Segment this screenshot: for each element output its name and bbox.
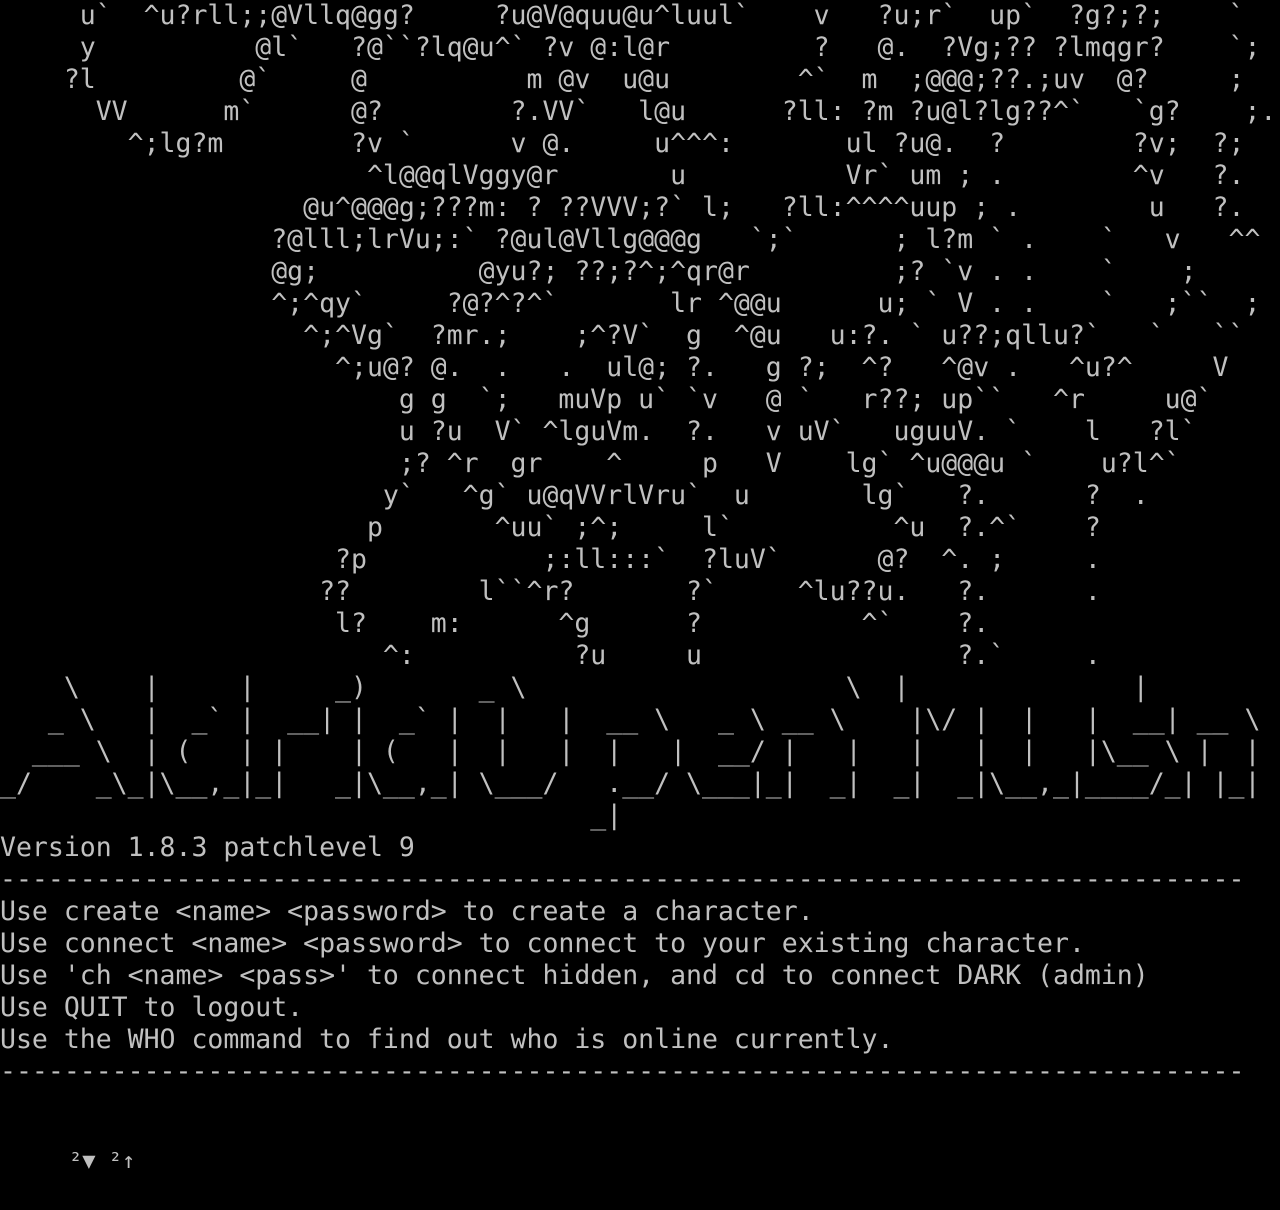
- instruction-connect: Use connect <name> <password> to connect…: [0, 928, 1085, 959]
- ascii-art-line: u` ^u?rll;;@Vllq@gg? ?u@V@quu@u^luul` v …: [0, 0, 1245, 31]
- separator-line: ----------------------------------------…: [0, 1056, 1245, 1087]
- ascii-art-line: ?l @` @ m @v u@u ^` m ;@@@;??.;uv @? ;: [0, 64, 1245, 95]
- title-banner-line: _|: [0, 800, 623, 831]
- ascii-art-line: y` ^g` u@qVVrlVru` u lg` ?. ? .: [0, 480, 1149, 511]
- ascii-art-line: p ^uu` ;^; l` ^u ?.^` ?: [0, 512, 1101, 543]
- ascii-art-line: VV m` @? ?.VV` l@u ?ll: ?m ?u@l?lg??^` `…: [0, 96, 1277, 127]
- ascii-art-line: u ?u V` ^lguVm. ?. v uV` uguuV. ` l ?l`: [0, 416, 1197, 447]
- title-banner-line: _ \ | _` | __| | _` | | | __ \ _ \ __ \ …: [0, 704, 1261, 735]
- ascii-art-line: g g `; muVp u` `v @ ` r??; up`` ^r u@`: [0, 384, 1213, 415]
- ascii-art-line: ^;^Vg` ?mr.; ;^?V` g ^@u u:?. ` u??;qllu…: [0, 320, 1245, 351]
- ascii-art-line: l? m: ^g ? ^` ?.: [0, 608, 990, 639]
- ascii-art-line: ?? l``^r? ?` ^lu??u. ?. .: [0, 576, 1101, 607]
- ascii-art-line: ^: ?u u ?.` .: [0, 640, 1101, 671]
- ascii-art-line: ;? ^r gr ^ p V lg` ^u@@@u ` u?l^`: [0, 448, 1181, 479]
- version-text: Version 1.8.3 patchlevel 9: [0, 832, 415, 863]
- ascii-art-line: y @l` ?@``?lq@u^` ?v @:l@r ? @. ?Vg;?? ?…: [0, 32, 1261, 63]
- ascii-art-line: @u^@@@g;???m: ? ??VVV;?` l; ?ll:^^^^uup …: [0, 192, 1245, 223]
- title-banner-line: _/ _\_|\__,_|_| _|\__,_| \___/ .__/ \___…: [0, 768, 1261, 799]
- title-banner-line: \ | | _) _ \ \ | |: [0, 672, 1149, 703]
- ascii-art-line: ^;u@? @. . . ul@; ?. g ?; ^? ^@v . ^u?^ …: [0, 352, 1229, 383]
- ascii-art-line: ?@lll;lrVu;:` ?@ul@Vllg@@@g `;` ; l?m ` …: [0, 224, 1261, 255]
- command-prompt[interactable]: ²▼ ²↑: [16, 1114, 135, 1174]
- ascii-art-line: ^;lg?m ?v ` v @. u^^^: ul ?u@. ? ?v; ?;: [0, 128, 1245, 159]
- instruction-hidden: Use 'ch <name> <pass>' to connect hidden…: [0, 960, 1149, 991]
- title-banner-line: ___ \ | ( | | | ( | | | | | __/ | | | | …: [0, 736, 1261, 767]
- ascii-art-line: ^;^qy` ?@?^?^` lr ^@@u u; ` V . . ` ;`` …: [0, 288, 1261, 319]
- instruction-create: Use create <name> <password> to create a…: [0, 896, 814, 927]
- instruction-quit: Use QUIT to logout.: [0, 992, 304, 1023]
- ascii-art-line: ^l@@qlVggy@r u Vr` um ; . ^v ?.: [0, 160, 1245, 191]
- separator-line: ----------------------------------------…: [0, 864, 1245, 895]
- instruction-who: Use the WHO command to find out who is o…: [0, 1024, 894, 1055]
- ascii-art-line: @g; @yu?; ??;?^;^qr@r ;? `v . . ` ;: [0, 256, 1197, 287]
- prompt-glyphs: ²▼ ²↑: [68, 1149, 136, 1174]
- terminal-screen[interactable]: u` ^u?rll;;@Vllq@gg? ?u@V@quu@u^luul` v …: [0, 0, 1280, 1174]
- ascii-art-line: ?p ;:ll:::` ?luV` @? ^. ; .: [0, 544, 1101, 575]
